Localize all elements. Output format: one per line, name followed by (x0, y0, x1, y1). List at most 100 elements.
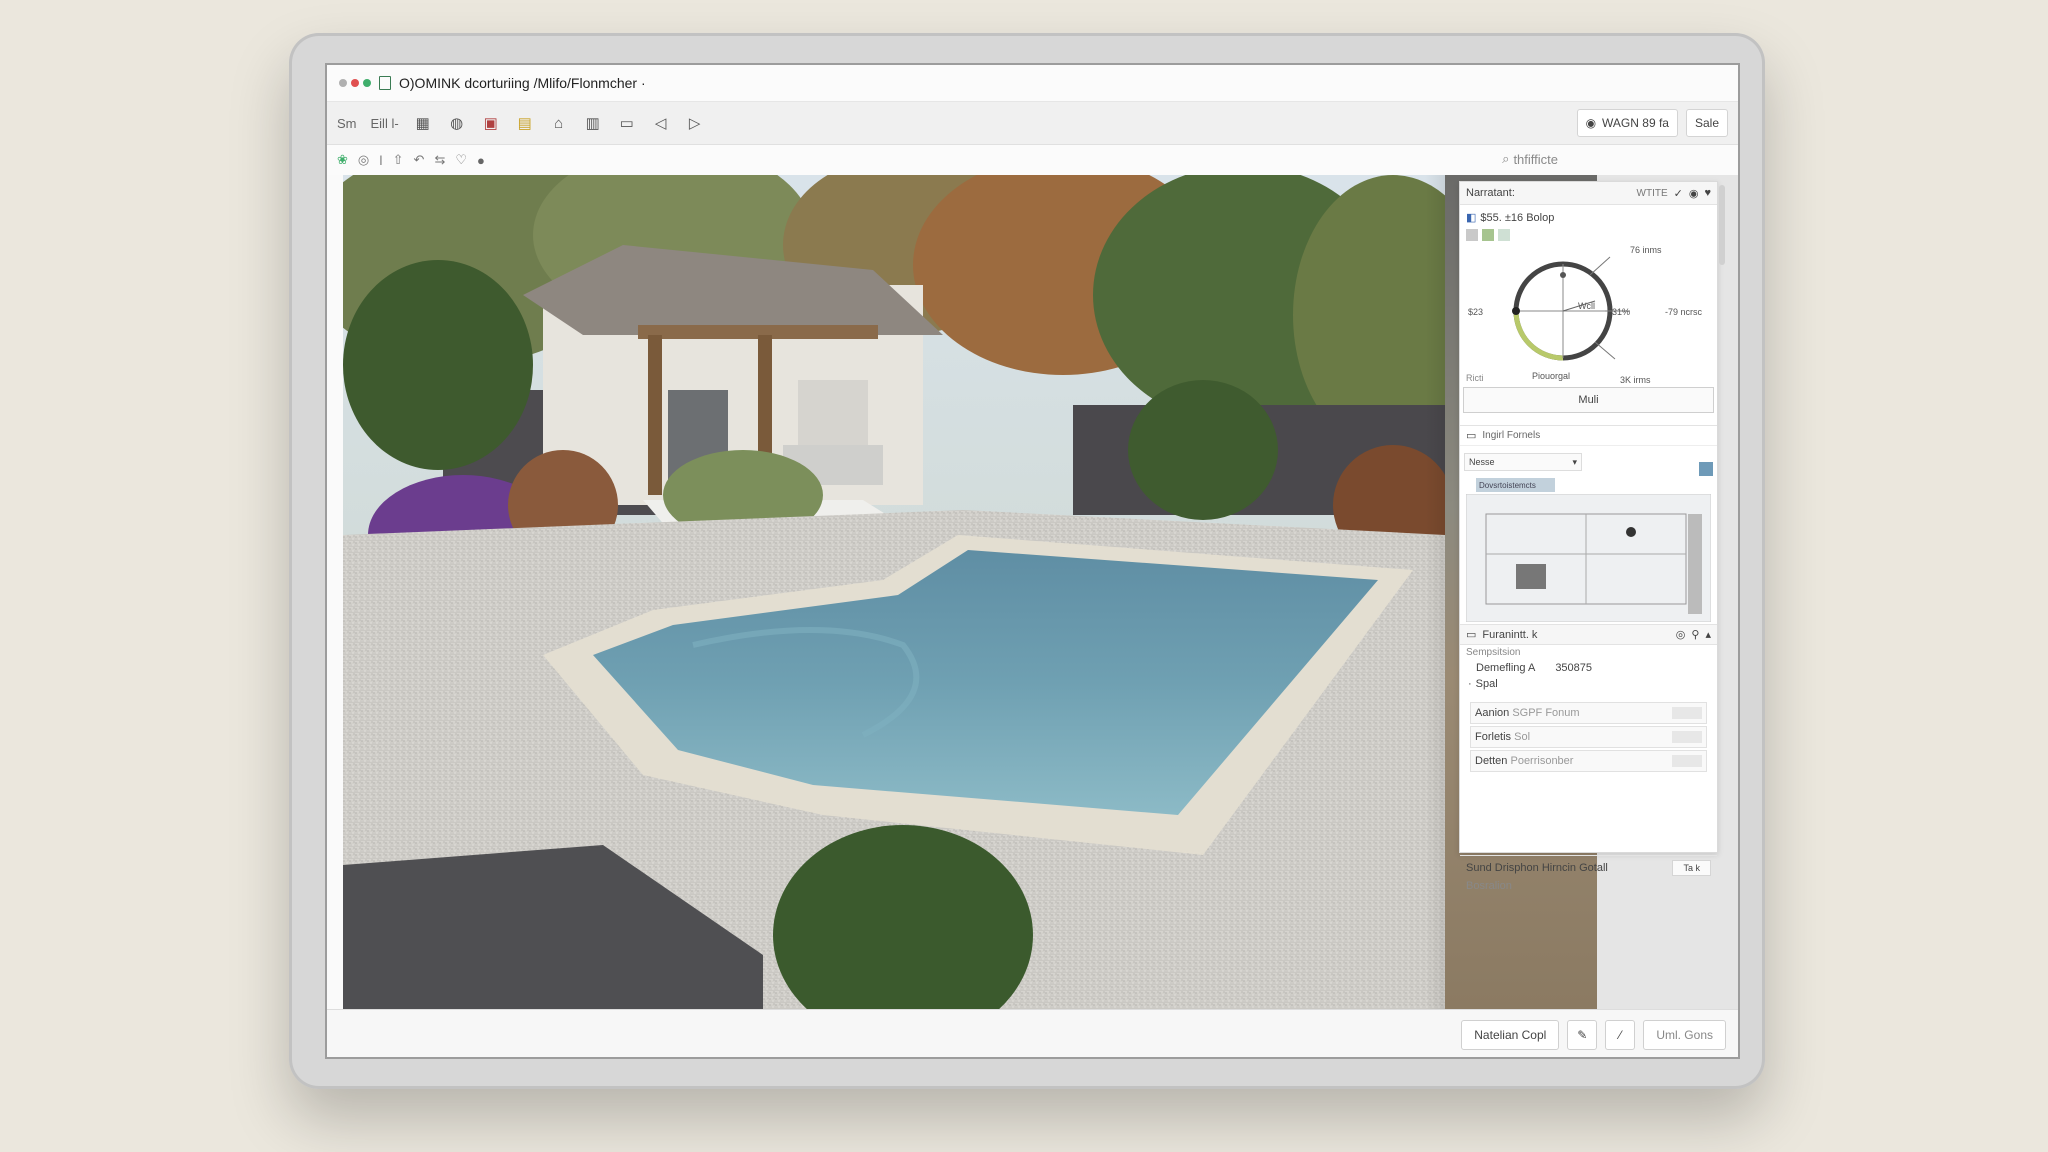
filter-icon[interactable]: ⚲ (1691, 628, 1699, 641)
eye-icon[interactable]: ◉ (1689, 187, 1699, 200)
undo-button[interactable]: Uml. Gons (1643, 1020, 1726, 1050)
properties-section: ▭ Furanintt. k ◎ ⚲ ▴ Sempsitsion Demefli… (1460, 625, 1717, 856)
reference-section: ▭ Ingirl Fornels Nesse ▾ Dovsrtoistemcts (1460, 426, 1717, 625)
undo-icon[interactable]: ↶ (414, 152, 425, 168)
menu-edit[interactable]: Eill l- (371, 116, 399, 131)
viewport-shadow (1425, 175, 1445, 1009)
properties-panel: Narratant: WTITE ✓ ◉ ♥ ◧ $55. ±16 Bolop (1459, 181, 1718, 892)
reference-title-row: ▭ Ingirl Fornels (1460, 426, 1717, 446)
reference-controls: Nesse ▾ (1460, 446, 1717, 478)
grid-icon[interactable]: ▥ (583, 113, 603, 133)
properties-tools: ◎ ⚲ ▴ (1676, 628, 1711, 641)
field-aanion-label: Aanion (1475, 707, 1510, 719)
sun-icon: ◧ (1466, 212, 1477, 224)
field-detten[interactable]: Detten Poerrisonber (1470, 750, 1707, 772)
status-chip[interactable]: ◉ WAGN 89 fa (1576, 109, 1678, 137)
book-icon[interactable]: ▣ (481, 113, 501, 133)
properties-line2: · Spal (1460, 676, 1717, 692)
field-aanion-stepper[interactable] (1672, 707, 1702, 719)
footer-row: Sund Drisphon Hirncin Gotall Ta k (1466, 860, 1711, 876)
field-detten-value: Poerrisonber (1510, 755, 1574, 767)
heart-icon[interactable]: ♡ (455, 152, 467, 168)
reference-chip[interactable]: Dovsrtoistemcts (1476, 478, 1555, 492)
folder-icon: ▭ (1466, 629, 1477, 641)
reference-dropdown[interactable]: Nesse ▾ (1464, 453, 1582, 471)
gear-icon[interactable]: ◎ (1676, 628, 1686, 641)
refresh-icon[interactable] (1699, 462, 1713, 476)
window-dot-green[interactable] (363, 79, 371, 87)
menu-sm[interactable]: Sm (337, 116, 357, 131)
field-aanion[interactable]: Aanion SGPF Fonum (1470, 702, 1707, 724)
search-text: thfifficte (1513, 151, 1558, 167)
window-title: O)OMINK dcorturiing /Mlifo/Flonmcher · (399, 75, 646, 91)
panel-footer: Sund Drisphon Hirncin Gotall Ta k Bosral… (1460, 856, 1717, 896)
panel-scrollbar[interactable] (1719, 185, 1725, 265)
undo-button-label: Uml. Gons (1656, 1028, 1713, 1042)
window-controls[interactable] (339, 79, 371, 87)
sun-label-right-b: -79 ncrsc (1665, 307, 1703, 317)
main-toolbar: Sm Eill l- ▦ ◍ ▣ ▤ ⌂ ▥ ▭ ◁ ▷ ◉ WAGN 89 f… (327, 102, 1738, 145)
compass-icon[interactable]: ◎ (358, 152, 369, 168)
dropdown-arrow-icon: ▾ (1572, 456, 1577, 467)
layers-icon[interactable]: ▦ (413, 113, 433, 133)
footer-line2: Bosralion (1466, 880, 1512, 892)
field-forletis-stepper[interactable] (1672, 731, 1702, 743)
search-icon: ⌕ (1502, 151, 1510, 166)
sun-foot: Ricti (1466, 373, 1484, 383)
collapse-icon[interactable]: ▴ (1705, 628, 1711, 641)
panel-header: Narratant: WTITE ✓ ◉ ♥ (1460, 182, 1717, 205)
window-dot-gray[interactable] (339, 79, 347, 87)
sale-button[interactable]: Sale (1685, 109, 1728, 137)
site-plan-drawing[interactable] (1466, 494, 1711, 622)
search-box[interactable]: ⌕ thfifficte (1502, 151, 1558, 167)
monitor-icon[interactable]: ▭ (617, 113, 637, 133)
3d-viewport[interactable] (343, 175, 1445, 1009)
panel-title: Narratant: (1466, 187, 1515, 199)
reference-title: Ingirl Fornels (1482, 430, 1541, 441)
secondary-toolbar: ❀ ◎ ǀ ⇧ ↶ ⇆ ♡ ● ⌕ thfifficte (327, 145, 1738, 175)
window-dot-red[interactable] (351, 79, 359, 87)
footer-task-button[interactable]: Ta k (1672, 860, 1711, 876)
share-icon[interactable]: ⇆ (434, 152, 445, 168)
pin-icon[interactable]: ⌂ (549, 113, 569, 133)
pencil-icon[interactable]: ⁄ (1605, 1020, 1636, 1050)
sun-apply-button[interactable]: Muli (1463, 387, 1714, 413)
field-detten-stepper[interactable] (1672, 755, 1702, 767)
circle-icon[interactable]: ● (477, 153, 485, 168)
title-bar: O)OMINK dcorturiing /Mlifo/Flonmcher · (327, 65, 1738, 102)
sun-title: $55. ±16 Bolop (1480, 211, 1555, 224)
edit-icon[interactable]: ✎ (1567, 1020, 1598, 1050)
check-icon[interactable]: ✓ (1674, 187, 1683, 200)
panel-tag[interactable]: WTITE (1637, 188, 1668, 199)
sun-label-bottom: Piouorgal (1532, 371, 1571, 381)
sun-label-right-a: 31% (1612, 307, 1631, 317)
camera-icon: ◉ (1585, 116, 1597, 130)
globe-icon[interactable]: ◍ (447, 113, 467, 133)
upload-icon[interactable]: ⇧ (393, 152, 404, 168)
properties-title-group: ▭ Furanintt. k (1466, 628, 1537, 642)
field-detten-label: Detten (1475, 755, 1508, 767)
demefling-label: Demefling A (1476, 662, 1536, 674)
sun-center-label: Wcll (1578, 301, 1595, 311)
bar-icon[interactable]: ǀ (379, 153, 382, 168)
sun-label-top: 76 inms (1630, 245, 1662, 255)
demefling-value[interactable]: 350875 (1555, 662, 1592, 674)
play-icon[interactable]: ▷ (685, 113, 705, 133)
status-label: WAGN 89 fa (1602, 116, 1669, 130)
sun-title-row: ◧ $55. ±16 Bolop (1466, 211, 1555, 225)
natelian-button[interactable]: Natelian Copl (1461, 1020, 1560, 1050)
natelian-button-label: Natelian Copl (1474, 1028, 1547, 1042)
properties-sub-label: Sempsitsion (1466, 647, 1521, 658)
back-icon[interactable]: ◁ (651, 113, 671, 133)
sun-label-left: $23 (1468, 307, 1484, 317)
tablet-frame: O)OMINK dcorturiing /Mlifo/Flonmcher · S… (289, 33, 1765, 1089)
properties-header: ▭ Furanintt. k ◎ ⚲ ▴ (1460, 625, 1717, 645)
backyard-render (343, 175, 1445, 1009)
field-aanion-value: SGPF Fonum (1512, 707, 1580, 719)
palette-icon[interactable]: ▤ (515, 113, 535, 133)
heart-icon[interactable]: ♥ (1704, 187, 1711, 199)
layer-icon: ▭ (1466, 430, 1477, 442)
plant-icon[interactable]: ❀ (337, 152, 348, 168)
field-forletis[interactable]: Forletis Sol (1470, 726, 1707, 748)
panel-header-tools: WTITE ✓ ◉ ♥ (1637, 187, 1711, 200)
